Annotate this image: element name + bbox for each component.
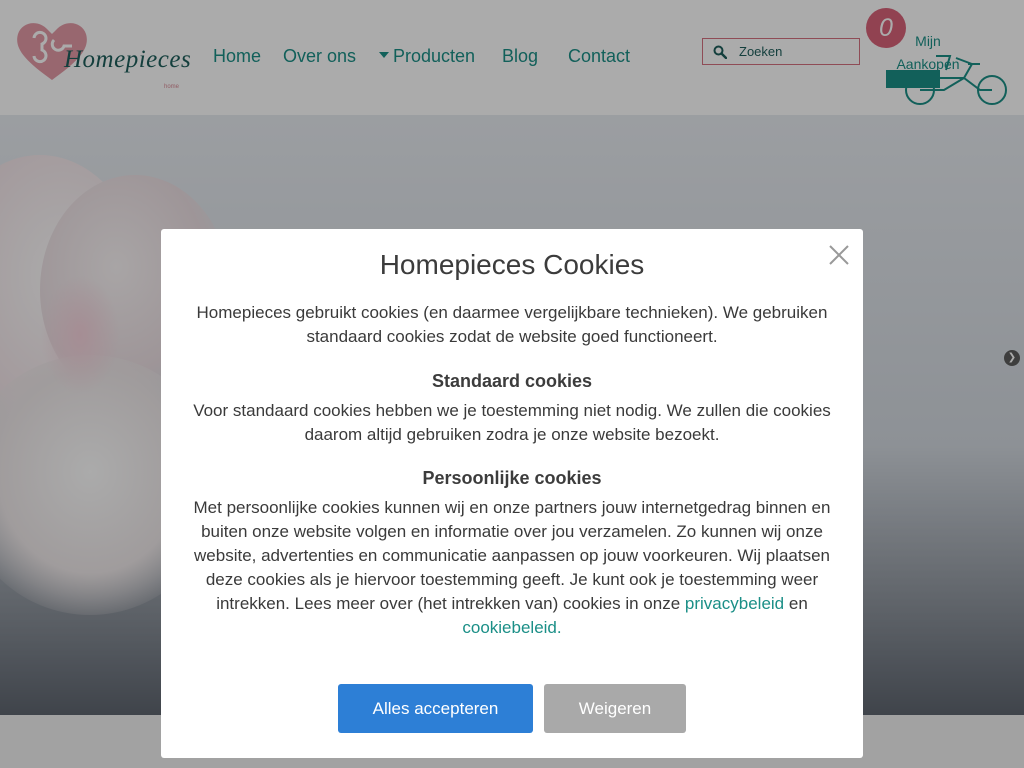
personal-cookies-text: Met persoonlijke cookies kunnen wij en o… xyxy=(189,496,835,640)
personal-cookies-heading: Persoonlijke cookies xyxy=(422,468,602,488)
and-text: en xyxy=(788,594,808,613)
refuse-button[interactable]: Weigeren xyxy=(544,684,686,733)
cookie-consent-dialog: Homepieces Cookies Homepieces gebruikt c… xyxy=(161,229,863,758)
cookie-policy-link[interactable]: cookiebeleid. xyxy=(462,618,561,637)
accept-all-button[interactable]: Alles accepteren xyxy=(338,684,533,733)
dialog-title: Homepieces Cookies xyxy=(379,249,645,280)
standard-cookies-text: Voor standaard cookies hebben we je toes… xyxy=(193,401,831,444)
cookie-intro-text: Homepieces gebruikt cookies (en daarmee … xyxy=(196,303,828,346)
privacy-policy-link[interactable]: privacybeleid xyxy=(685,594,784,613)
standard-cookies-heading: Standaard cookies xyxy=(431,371,593,391)
